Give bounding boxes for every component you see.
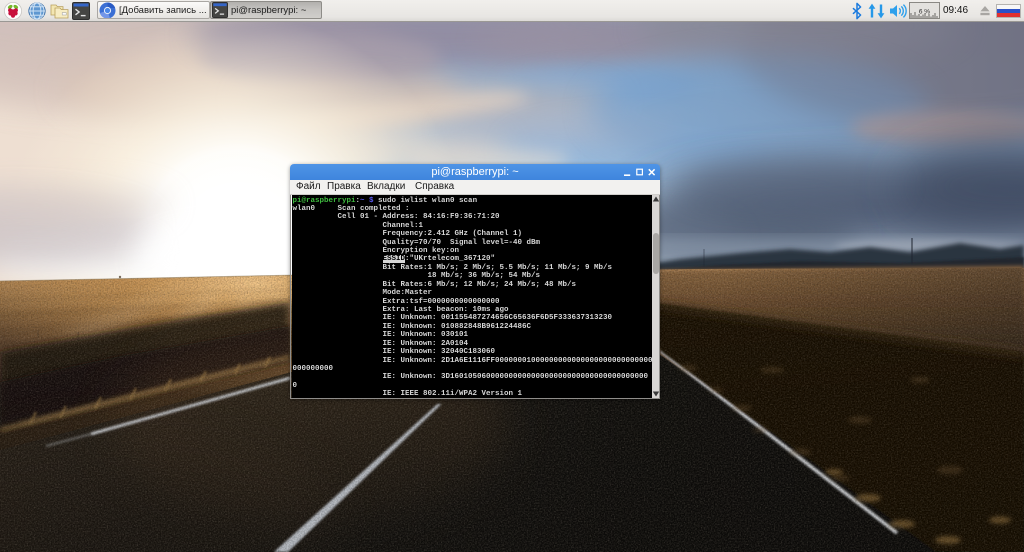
svg-text:6 %: 6 % bbox=[919, 9, 930, 16]
